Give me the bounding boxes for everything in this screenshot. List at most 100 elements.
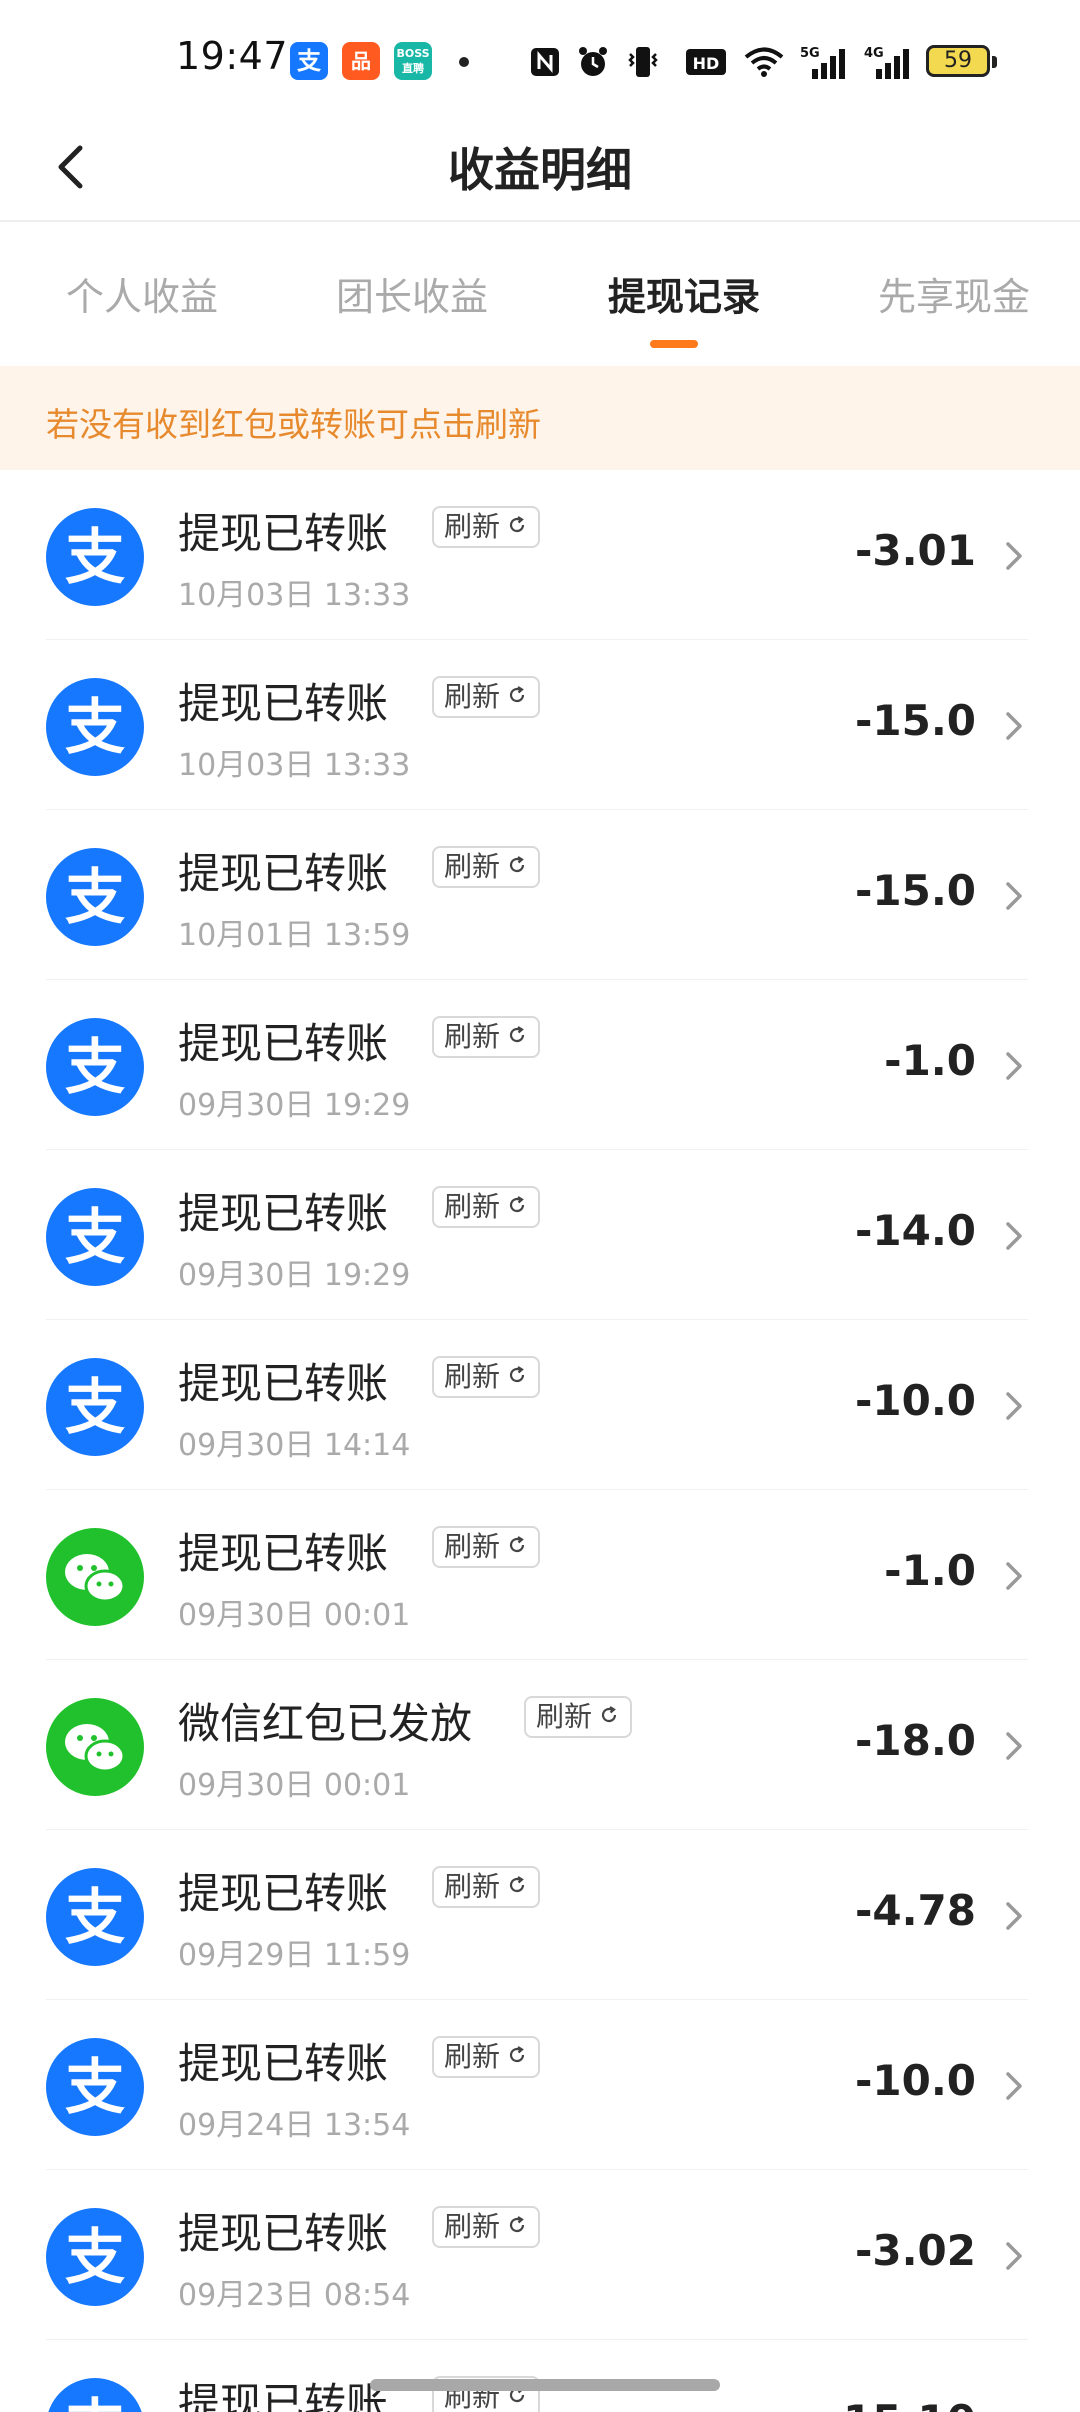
alipay-icon: 支 [46, 678, 144, 776]
svg-text:支: 支 [65, 2053, 125, 2123]
record-title: 提现已转账 [178, 509, 389, 558]
list-item[interactable]: 支 提现已转账 刷新 10月01日 13:59 -15.0 [0, 810, 1080, 980]
refresh-button[interactable]: 刷新 [432, 676, 541, 718]
list-item[interactable]: 支提现已转账刷新-15.10 [0, 2340, 1080, 2412]
list-item[interactable]: 支 提现已转账 刷新 09月30日 19:29 -14.0 [0, 1150, 1080, 1320]
chevron-right-icon [1000, 1556, 1028, 1596]
record-amount: -14.0 [854, 1206, 976, 1255]
record-title: 提现已转账 [178, 2209, 389, 2258]
refresh-button[interactable]: 刷新 [432, 2206, 541, 2248]
refresh-button[interactable]: 刷新 [432, 506, 541, 548]
list-item[interactable]: 提现已转账 刷新 09月30日 00:01 -1.0 [0, 1490, 1080, 1660]
chevron-right-icon [1000, 1046, 1028, 1086]
svg-text:支: 支 [65, 1033, 125, 1103]
home-indicator[interactable] [370, 2379, 720, 2391]
refresh-button[interactable]: 刷新 [432, 1526, 541, 1568]
svg-text:支: 支 [65, 1203, 125, 1273]
4g-signal-icon: 4G [862, 40, 912, 84]
vibrate-icon [624, 40, 662, 84]
refresh-label: 刷新 [444, 850, 501, 883]
refresh-label: 刷新 [444, 1530, 501, 1563]
record-title: 提现已转账 [178, 2379, 389, 2412]
record-date: 09月30日 19:29 [178, 1258, 411, 1293]
refresh-icon [500, 678, 528, 716]
refresh-button[interactable]: 刷新 [432, 1016, 541, 1058]
refresh-icon [500, 1868, 528, 1906]
svg-text:支: 支 [65, 2393, 125, 2412]
refresh-label: 刷新 [536, 1700, 593, 1733]
refresh-button[interactable]: 刷新 [432, 846, 541, 888]
refresh-icon [500, 508, 528, 546]
list-item[interactable]: 支 提现已转账 刷新 10月03日 13:33 -3.01 [0, 470, 1080, 640]
refresh-label: 刷新 [444, 2210, 501, 2243]
record-title: 提现已转账 [178, 1359, 389, 1408]
refresh-button[interactable]: 刷新 [432, 1866, 541, 1908]
svg-text:支: 支 [65, 1883, 125, 1953]
refresh-button[interactable]: 刷新 [524, 1696, 633, 1738]
list-item[interactable]: 支 提现已转账 刷新 09月24日 13:54 -10.0 [0, 2000, 1080, 2170]
nfc-icon [528, 40, 562, 84]
refresh-icon [500, 2208, 528, 2246]
record-date: 09月30日 19:29 [178, 1088, 411, 1123]
refresh-icon [500, 1018, 528, 1056]
record-amount: -4.78 [854, 1886, 976, 1935]
tab-personal-earnings[interactable]: 个人收益 [7, 266, 277, 321]
record-amount: -15.0 [854, 696, 976, 745]
record-amount: -15.0 [854, 866, 976, 915]
tab-withdrawal-records[interactable]: 提现记录 [549, 266, 819, 321]
list-item[interactable]: 支 提现已转账 刷新 09月30日 19:29 -1.0 [0, 980, 1080, 1150]
chevron-right-icon [1000, 1896, 1028, 1936]
list-item[interactable]: 支 提现已转账 刷新 09月23日 08:54 -3.02 [0, 2170, 1080, 2340]
list-item[interactable]: 支 提现已转账 刷新 10月03日 13:33 -15.0 [0, 640, 1080, 810]
refresh-icon [500, 1188, 528, 1226]
page-title: 收益明细 [448, 143, 632, 197]
record-amount: -15.10 [826, 2396, 976, 2412]
list-item[interactable]: 支 提现已转账 刷新 09月29日 11:59 -4.78 [0, 1830, 1080, 2000]
record-title: 提现已转账 [178, 1019, 389, 1068]
alipay-icon: 支 [46, 1358, 144, 1456]
battery-icon: 59 [926, 45, 997, 77]
boss-zhipin-icon: BOSS 直聘 [394, 42, 432, 80]
nav-header: 收益明细 [0, 110, 1080, 222]
notice-banner: 若没有收到红包或转账可点击刷新 [0, 366, 1080, 470]
alarm-icon [575, 40, 611, 84]
tab-bar: 个人收益 团长收益 提现记录 先享现金 [0, 222, 1080, 366]
withdrawal-record-list: 支提现已转账 刷新 10月03日 13:33 -3.01 支提现已转账 刷新 10月03日 … [0, 470, 1080, 2412]
list-item[interactable]: 支 提现已转账 刷新 09月30日 14:14 -10.0 [0, 1320, 1080, 1490]
tab-prepaid-cash[interactable]: 先享现金 [819, 266, 1080, 321]
record-date: 10月03日 13:33 [178, 578, 411, 613]
refresh-button[interactable]: 刷新 [432, 1186, 541, 1228]
alipay-icon: 支 [46, 1868, 144, 1966]
alipay-icon: 支 [290, 42, 328, 80]
wechat-icon [46, 1698, 144, 1796]
record-title: 提现已转账 [178, 1869, 389, 1918]
refresh-label: 刷新 [444, 1020, 501, 1053]
alipay-icon: 支 [46, 1188, 144, 1286]
record-title: 微信红包已发放 [178, 1699, 473, 1748]
wechat-icon [46, 1528, 144, 1626]
svg-text:支: 支 [65, 693, 125, 763]
chevron-right-icon [1000, 1726, 1028, 1766]
alipay-icon: 支 [46, 2038, 144, 2136]
boss-line-2: 直聘 [402, 62, 424, 75]
chevron-right-icon [1000, 706, 1028, 746]
record-amount: -18.0 [854, 1716, 976, 1765]
record-title: 提现已转账 [178, 1189, 389, 1238]
record-amount: -1.0 [884, 1036, 976, 1085]
chevron-right-icon [1000, 1216, 1028, 1256]
chevron-right-icon [1000, 2406, 1028, 2412]
alipay-icon: 支 [46, 1018, 144, 1116]
list-item[interactable]: 微信红包已发放 刷新 09月30日 00:01 -18.0 [0, 1660, 1080, 1830]
record-date: 09月30日 00:01 [178, 1598, 411, 1633]
notice-text: 若没有收到红包或转账可点击刷新 [46, 405, 541, 444]
refresh-button[interactable]: 刷新 [432, 2036, 541, 2078]
5g-label: 5G [800, 46, 820, 61]
refresh-button[interactable]: 刷新 [432, 1356, 541, 1398]
refresh-icon [500, 1358, 528, 1396]
tab-leader-earnings[interactable]: 团长收益 [277, 266, 547, 321]
record-amount: -10.0 [854, 2056, 976, 2105]
record-date: 10月01日 13:59 [178, 918, 411, 953]
alipay-icon: 支 [46, 508, 144, 606]
refresh-label: 刷新 [444, 1360, 501, 1393]
refresh-label: 刷新 [444, 2040, 501, 2073]
